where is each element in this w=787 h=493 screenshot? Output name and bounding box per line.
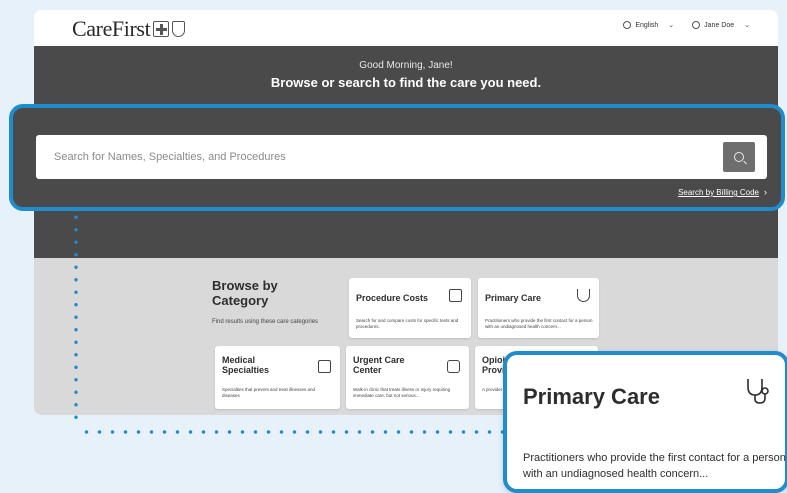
greeting: Good Morning, Jane! bbox=[359, 60, 453, 71]
card-title: Primary Care bbox=[485, 293, 542, 303]
card-description: Walk-in clinic that treats illness or in… bbox=[353, 387, 451, 398]
search-by-billing-code-link[interactable]: Search by Billing Code bbox=[678, 188, 759, 197]
language-selector[interactable]: English ⌄ bbox=[623, 21, 674, 29]
card-title: Medical Specialties bbox=[222, 355, 269, 375]
card-title: Procedure Costs bbox=[356, 293, 429, 303]
language-label: English bbox=[635, 21, 659, 29]
user-icon bbox=[692, 21, 701, 29]
category-card-urgent-care[interactable]: Urgent Care Center Walk-in clinic that t… bbox=[346, 346, 469, 409]
ambulance-icon bbox=[447, 360, 460, 373]
category-card-medical-specialties[interactable]: Medical Specialties Specialties that pre… bbox=[215, 346, 340, 409]
card-title-line1: Urgent Care bbox=[353, 355, 405, 365]
browse-title-line2: Category bbox=[212, 293, 269, 308]
blue-cross-icon bbox=[153, 21, 170, 37]
receipt-dollar-icon bbox=[449, 289, 462, 302]
category-card-primary-care[interactable]: Primary Care Practitioners who provide t… bbox=[478, 278, 599, 338]
chevron-down-icon: ⌄ bbox=[744, 22, 750, 29]
primary-care-zoom-callout[interactable]: Primary Care Practitioners who provide t… bbox=[503, 351, 787, 493]
first-aid-kit-icon bbox=[318, 360, 331, 373]
browse-subtitle: Find results using these care categories bbox=[212, 319, 319, 325]
card-title-line1: Medical bbox=[222, 355, 256, 365]
card-description: Search for and compare costs for specifi… bbox=[356, 318, 459, 329]
category-card-procedure-costs[interactable]: Procedure Costs Search for and compare c… bbox=[349, 278, 471, 338]
carefirst-logo[interactable]: CareFirst bbox=[72, 16, 186, 42]
chevron-down-icon: ⌄ bbox=[668, 22, 675, 29]
card-description: Specialties that prevent and treat illne… bbox=[222, 387, 316, 398]
dotted-connector-vertical bbox=[74, 211, 78, 426]
card-title-line2: Specialties bbox=[222, 365, 270, 375]
search-icon bbox=[734, 152, 744, 162]
browse-title-line1: Browse by bbox=[212, 278, 278, 293]
logo-text: CareFirst bbox=[72, 16, 151, 41]
top-bar: CareFirst English ⌄ Jane Doe ⌄ bbox=[34, 10, 778, 46]
search-placeholder: Search for Names, Specialties, and Proce… bbox=[54, 151, 286, 163]
user-menu[interactable]: Jane Doe ⌄ bbox=[692, 21, 750, 29]
blue-shield-icon bbox=[172, 21, 186, 37]
zoom-description: Practitioners who provide the first cont… bbox=[523, 452, 786, 480]
search-input[interactable]: Search for Names, Specialties, and Proce… bbox=[36, 135, 767, 179]
stethoscope-icon bbox=[747, 379, 769, 404]
dotted-connector-horizontal bbox=[80, 430, 520, 434]
card-title: Urgent Care Center bbox=[353, 355, 405, 375]
browse-title: Browse by Category bbox=[212, 278, 278, 308]
zoom-title: Primary Care bbox=[523, 384, 660, 409]
search-button[interactable] bbox=[723, 142, 755, 172]
user-name: Jane Doe bbox=[704, 21, 735, 29]
page-headline: Browse or search to find the care you ne… bbox=[270, 75, 542, 90]
chevron-right-icon: › bbox=[764, 187, 767, 197]
card-title-line2: Center bbox=[353, 365, 382, 375]
globe-icon bbox=[623, 21, 632, 29]
stethoscope-icon bbox=[577, 289, 590, 302]
card-description: Practitioners who provide the first cont… bbox=[485, 318, 593, 329]
